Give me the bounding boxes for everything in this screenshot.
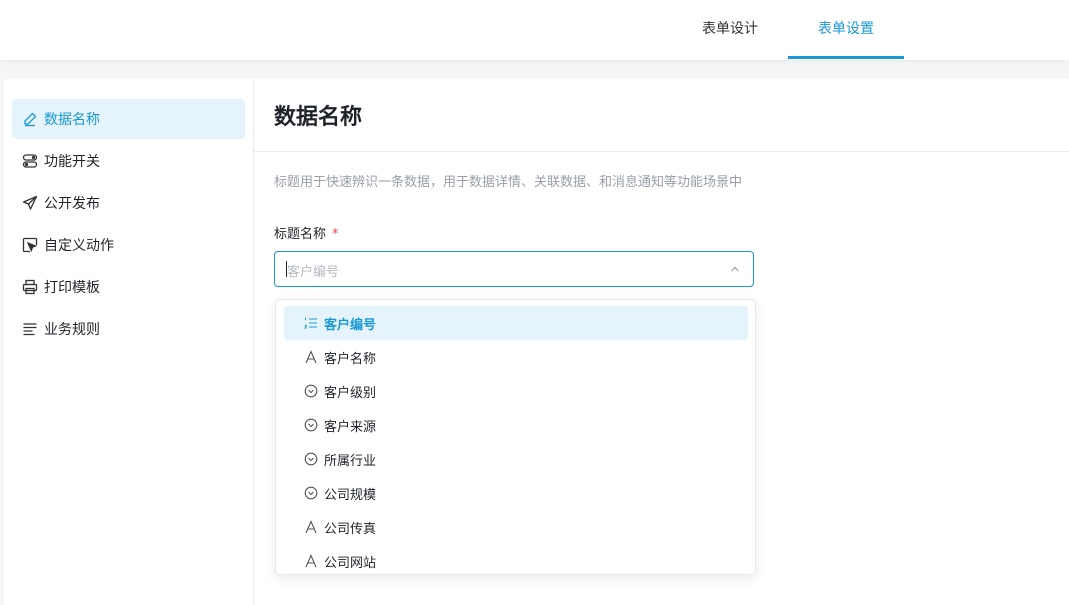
printer-icon (22, 279, 38, 295)
option-label: 公司规模 (324, 487, 377, 503)
option-label: 客户级别 (324, 385, 377, 401)
sidebar-item-print-template[interactable]: 打印模板 (12, 267, 245, 307)
lines-icon (22, 321, 38, 337)
sidebar-item-custom-action[interactable]: 自定义动作 (12, 225, 245, 265)
text-a-icon (304, 350, 318, 364)
page-title: 数据名称 (274, 105, 363, 130)
option-label: 客户来源 (324, 419, 377, 435)
sidebar-item-label: 功能开关 (44, 154, 100, 170)
option-company-website[interactable]: 公司网站 (284, 544, 748, 574)
option-label: 公司网站 (324, 555, 377, 571)
sidebar-item-label: 公开发布 (44, 196, 100, 212)
tab-form-settings[interactable]: 表单设置 (788, 0, 904, 58)
title-field-select[interactable]: 客户编号 (274, 251, 754, 287)
section-description: 标题用于快速辨识一条数据，用于数据详情、关联数据、和消息通知等功能场景中 (274, 175, 743, 190)
field-options-dropdown: 客户编号 客户名称 客户级别 客户来源 所属行业 公司规模 公司传真 公司网站 (275, 299, 756, 575)
option-label: 公司传真 (324, 521, 377, 537)
option-industry[interactable]: 所属行业 (284, 442, 748, 476)
select-circle-icon (304, 384, 318, 398)
text-a-icon (304, 520, 318, 534)
sidebar-item-data-name[interactable]: 数据名称 (12, 99, 245, 139)
text-cursor (286, 261, 287, 277)
toggle-icon (22, 153, 38, 169)
option-label: 客户名称 (324, 351, 377, 367)
option-company-size[interactable]: 公司规模 (284, 476, 748, 510)
select-circle-icon (304, 486, 318, 500)
sidebar-item-label: 打印模板 (44, 280, 100, 296)
option-customer-number[interactable]: 客户编号 (284, 306, 748, 340)
send-icon (22, 195, 38, 211)
cursor-box-icon (22, 237, 38, 253)
option-customer-source[interactable]: 客户来源 (284, 408, 748, 442)
sidebar-item-label: 业务规则 (44, 322, 100, 338)
settings-sidebar: 数据名称 功能开关 公开发布 自定义动作 打印模板 业务规则 (4, 79, 254, 605)
numbered-list-icon (304, 316, 318, 330)
top-nav: 表单设计 表单设置 (0, 0, 1069, 60)
required-mark: * (332, 227, 339, 242)
tab-form-design[interactable]: 表单设计 (672, 0, 788, 58)
title-divider (254, 151, 1069, 152)
option-customer-name[interactable]: 客户名称 (284, 340, 748, 374)
sidebar-item-label: 数据名称 (44, 112, 100, 128)
select-circle-icon (304, 452, 318, 466)
select-placeholder: 客户编号 (287, 265, 340, 280)
option-label: 所属行业 (324, 453, 377, 469)
title-field-label: 标题名称 * (274, 223, 339, 242)
sidebar-item-public-publish[interactable]: 公开发布 (12, 183, 245, 223)
chevron-up-icon (731, 266, 739, 272)
option-customer-level[interactable]: 客户级别 (284, 374, 748, 408)
sidebar-item-business-rules[interactable]: 业务规则 (12, 309, 245, 349)
field-label-text: 标题名称 (274, 227, 327, 242)
text-a-icon (304, 554, 318, 568)
select-circle-icon (304, 418, 318, 432)
option-label: 客户编号 (324, 317, 377, 333)
active-tab-indicator (788, 56, 904, 59)
sidebar-item-feature-switch[interactable]: 功能开关 (12, 141, 245, 181)
option-company-fax[interactable]: 公司传真 (284, 510, 748, 544)
sidebar-item-label: 自定义动作 (44, 238, 114, 254)
edit-icon (22, 111, 38, 127)
